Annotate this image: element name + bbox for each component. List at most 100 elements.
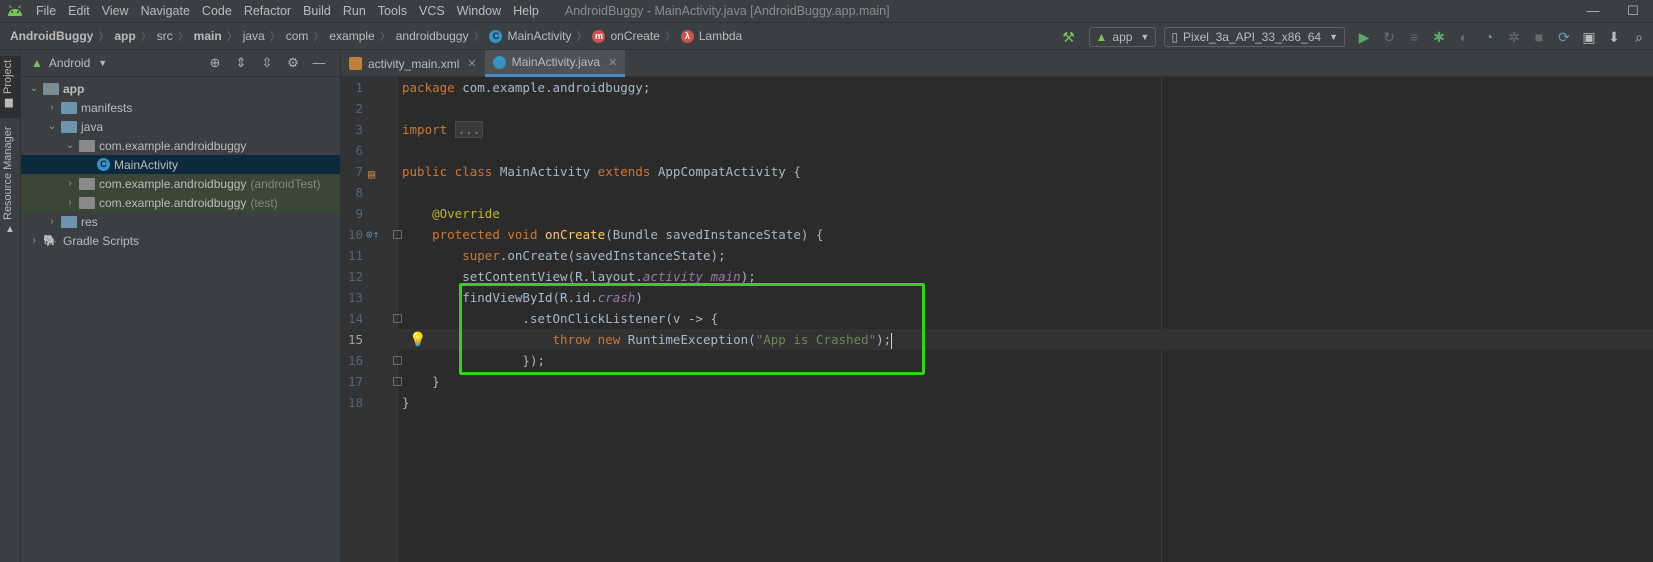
java-class-icon [492, 55, 506, 69]
tree-item-label: com.example.androidbuggy [99, 138, 247, 153]
dropdown-arrow-icon: ▼ [1329, 32, 1338, 42]
folder-icon [61, 101, 77, 114]
chevron-down-icon[interactable]: ⌄ [45, 121, 59, 132]
expand-all-icon[interactable]: ⇕ [228, 55, 254, 71]
project-view-select[interactable]: Android [49, 56, 90, 70]
attach-process-icon[interactable]: ✲ [1503, 26, 1525, 48]
chevron-right-icon[interactable]: › [63, 178, 77, 189]
project-panel-header: ▲ Android ▼ ⊕ ⇕ ⇳ ⚙ — [21, 50, 340, 77]
menu-window[interactable]: Window [451, 0, 507, 22]
fold-marker-icon[interactable] [393, 356, 402, 365]
project-tool-tab[interactable]: Project [2, 60, 14, 94]
tab-mainactivity-java[interactable]: MainActivity.java ✕ [484, 50, 626, 77]
tree-item-mainactivity[interactable]: C MainActivity [21, 155, 340, 174]
fold-marker-icon[interactable] [393, 377, 402, 386]
tree-item-gradle-scripts[interactable]: › 🐘 Gradle Scripts [21, 231, 340, 250]
code-line: 7 ▤ public class MainActivity extends Ap… [341, 161, 1653, 182]
line-number: 6 [355, 143, 363, 158]
menu-edit[interactable]: Edit [62, 0, 96, 22]
menu-run[interactable]: Run [337, 0, 372, 22]
code-token: activity_main [642, 269, 741, 284]
menu-file[interactable]: File [30, 0, 62, 22]
close-icon[interactable]: ✕ [608, 56, 617, 69]
menu-refactor[interactable]: Refactor [238, 0, 297, 22]
tree-item-app[interactable]: ⌄ app [21, 79, 340, 98]
breadcrumb-src[interactable]: src [157, 29, 173, 43]
debug-icon[interactable]: ✱ [1428, 26, 1450, 48]
fold-marker-icon[interactable] [393, 314, 402, 323]
chevron-right-icon[interactable]: › [27, 235, 41, 246]
apply-changes-icon[interactable]: ≡ [1403, 26, 1425, 48]
chevron-right-icon[interactable]: › [45, 102, 59, 113]
tree-item-package-androidtest[interactable]: › com.example.androidbuggy (androidTest) [21, 174, 340, 193]
menu-vcs[interactable]: VCS [413, 0, 451, 22]
breadcrumb-class[interactable]: C MainActivity [489, 29, 571, 43]
tree-item-package-test[interactable]: › com.example.androidbuggy (test) [21, 193, 340, 212]
build-hammer-icon[interactable]: ⚒ [1058, 26, 1080, 48]
tree-item-label: MainActivity [114, 157, 179, 172]
run-config-select[interactable]: ▲ app ▼ [1088, 27, 1157, 47]
folded-imports[interactable]: ... [454, 121, 484, 138]
breadcrumb-method[interactable]: m onCreate [592, 29, 660, 43]
attach-debugger-icon[interactable]: ◐ [1453, 26, 1475, 48]
dropdown-arrow-icon[interactable]: ▼ [98, 58, 107, 68]
tree-item-manifests[interactable]: › manifests [21, 98, 340, 117]
breadcrumb-lambda[interactable]: λ Lambda [680, 29, 742, 43]
tree-item-package[interactable]: ⌄ com.example.androidbuggy [21, 136, 340, 155]
code-line: 9 @Override [341, 203, 1653, 224]
line-number: 18 [347, 395, 363, 410]
menu-tools[interactable]: Tools [372, 0, 413, 22]
breadcrumb-java[interactable]: java [243, 29, 265, 43]
close-icon[interactable]: ✕ [467, 57, 476, 70]
collapse-all-icon[interactable]: ⇳ [254, 55, 280, 71]
breadcrumb-androidbuggy[interactable]: androidbuggy [396, 29, 469, 43]
gradle-sync-icon[interactable]: ⟳ [1553, 26, 1575, 48]
fold-marker-icon[interactable] [393, 230, 402, 239]
rerun-icon[interactable]: ↻ [1378, 26, 1400, 48]
breadcrumb-module[interactable]: app [114, 29, 135, 43]
tree-item-java[interactable]: ⌄ java [21, 117, 340, 136]
breadcrumb-example[interactable]: example [329, 29, 374, 43]
chevron-down-icon[interactable]: ⌄ [63, 140, 77, 151]
device-manager-icon[interactable]: ▣ [1578, 26, 1600, 48]
minimize-icon[interactable]: — [1573, 0, 1613, 22]
breadcrumb-main[interactable]: main [194, 29, 222, 43]
package-icon [79, 177, 95, 190]
code-token: AppCompatActivity { [650, 164, 801, 179]
device-select[interactable]: ▯ Pixel_3a_API_33_x86_64 ▼ [1164, 27, 1345, 47]
run-icon[interactable]: ▶ [1353, 26, 1375, 48]
highlight-annotation-box [459, 283, 925, 375]
run-config-label: app [1112, 30, 1133, 44]
menu-build[interactable]: Build [297, 0, 337, 22]
line-number: 9 [355, 206, 363, 221]
menu-help[interactable]: Help [507, 0, 545, 22]
menu-view[interactable]: View [96, 0, 135, 22]
tree-item-label: com.example.androidbuggy [99, 195, 247, 210]
tree-item-res[interactable]: › res [21, 212, 340, 231]
hide-icon[interactable]: — [306, 55, 332, 71]
chevron-right-icon[interactable]: › [45, 216, 59, 227]
tab-activity-main-xml[interactable]: activity_main.xml ✕ [341, 50, 485, 77]
chevron-right-icon: 〉 [98, 31, 110, 43]
override-gutter-icon[interactable]: ⊙↑ [366, 224, 379, 245]
line-number: 13 [347, 290, 363, 305]
breadcrumb-com[interactable]: com [286, 29, 309, 43]
chevron-right-icon[interactable]: › [63, 197, 77, 208]
search-icon[interactable]: ⌕ [1628, 26, 1650, 48]
chevron-down-icon[interactable]: ⌄ [27, 83, 41, 94]
module-folder-icon [43, 82, 59, 95]
gear-icon[interactable]: ⚙ [280, 55, 306, 71]
maximize-icon[interactable]: ☐ [1613, 0, 1653, 22]
line-number: 7 [355, 164, 363, 179]
profile-icon[interactable]: ◔ [1478, 26, 1500, 48]
code-token: extends [597, 164, 651, 179]
code-token: protected void [432, 227, 538, 242]
stop-icon[interactable]: ■ [1528, 26, 1550, 48]
locate-icon[interactable]: ⊕ [202, 55, 228, 71]
chevron-right-icon: 〉 [576, 31, 588, 43]
sdk-manager-icon[interactable]: ⬇ [1603, 26, 1625, 48]
breadcrumb-project[interactable]: AndroidBuggy [10, 29, 93, 43]
menu-code[interactable]: Code [196, 0, 238, 22]
menu-navigate[interactable]: Navigate [135, 0, 196, 22]
resource-manager-tab[interactable]: Resource Manager [2, 126, 14, 220]
